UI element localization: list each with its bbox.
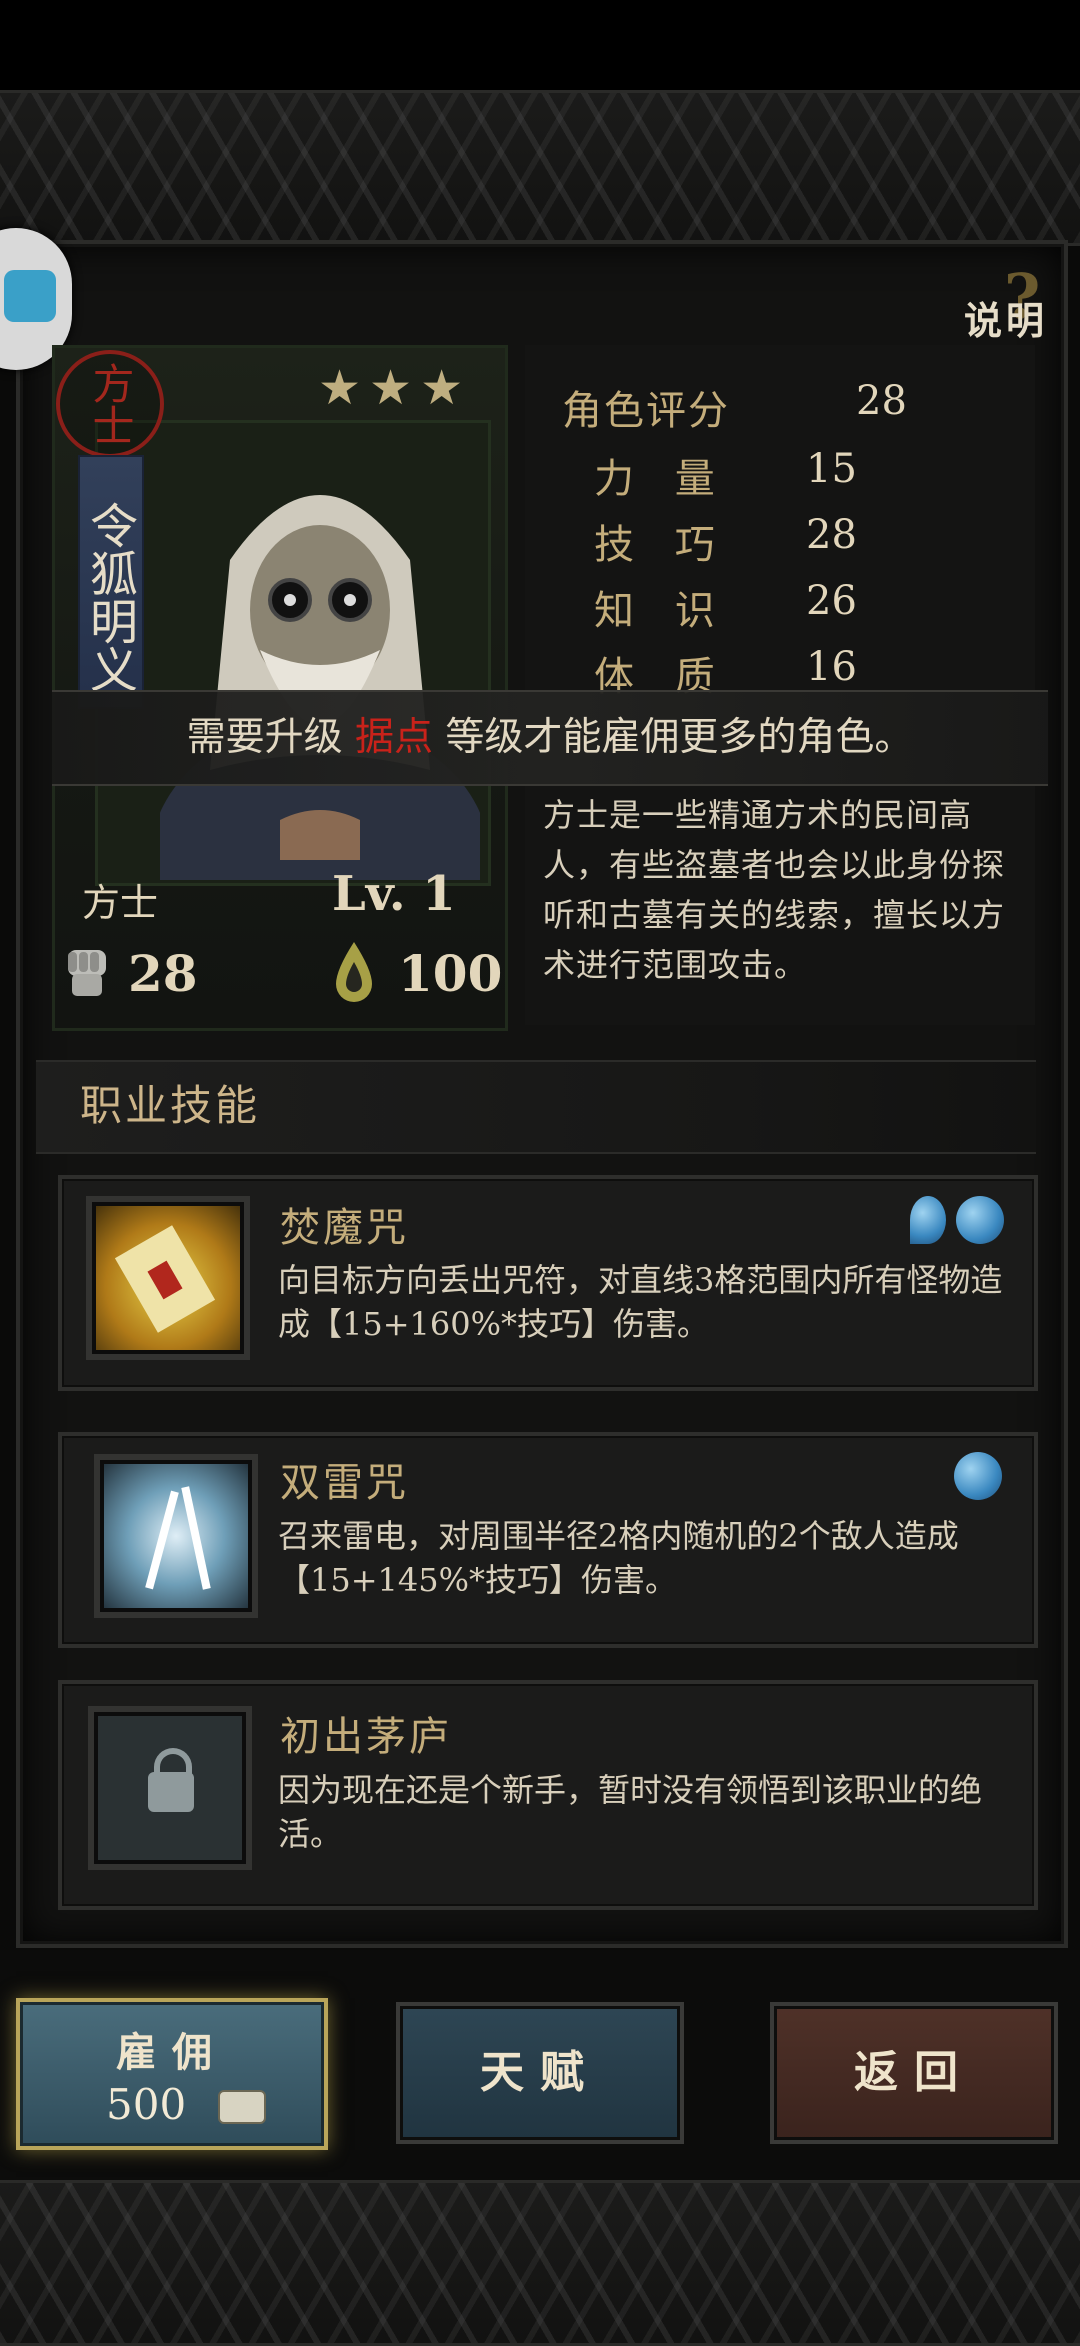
skill-name-1: 焚魔咒 — [280, 1205, 409, 1251]
fist-icon — [60, 944, 114, 1004]
hire-button[interactable]: 雇佣 500 — [16, 1998, 328, 2150]
skill-name-2: 双雷咒 — [280, 1460, 409, 1506]
spirit-drop-icon — [332, 940, 376, 1006]
stat-value-constitution: 16 — [806, 644, 857, 690]
stat-value-strength: 15 — [806, 446, 857, 492]
class-seal-stamp: 方士 — [56, 350, 164, 458]
skills-section-title: 职业技能 — [80, 1081, 261, 1130]
notice-text-after: 等级才能雇佣更多的角色。 — [433, 715, 914, 760]
stat-value-rating: 28 — [856, 378, 907, 424]
top-border-decoration — [0, 90, 1080, 246]
stat-label-skill: 技 巧 — [594, 522, 729, 568]
hero-spirit-value: 100 — [398, 944, 503, 1003]
skill-desc-2: 召来雷电，对周围半径2格内随机的2个敌人造成【15+145%*技巧】伤害。 — [278, 1517, 959, 1599]
hero-class-name: 方士 — [82, 881, 159, 925]
back-button[interactable]: 返回 — [770, 2002, 1058, 2144]
skill-name-3: 初出茅庐 — [280, 1714, 452, 1760]
class-seal-text: 方士 — [86, 362, 135, 446]
help-button[interactable]: ? 说明 — [964, 260, 1074, 352]
locked-skill-icon — [88, 1706, 252, 1870]
bottom-border-decoration — [0, 2180, 1080, 2346]
help-label: 说明 — [964, 298, 1049, 343]
assistant-icon — [4, 270, 56, 322]
class-description: 方士是一些精通方术的民间高人，有些盗墓者也会以此身份探听和古墓有关的线索，擅长以… — [543, 796, 1006, 984]
stat-value-skill: 28 — [806, 512, 857, 558]
talent-button[interactable]: 天赋 — [396, 2002, 684, 2144]
upgrade-notice-banner: 需要升级 据点 等级才能雇佣更多的角色。 — [52, 690, 1048, 786]
hero-star-rating: ★★★ — [318, 360, 472, 416]
skill-desc-1: 向目标方向丢出咒符，对直线3格范围内所有怪物造成【15+160%*技巧】伤害。 — [278, 1261, 1003, 1343]
notice-highlight-stronghold: 据点 — [354, 715, 433, 760]
coin-icon — [218, 2090, 266, 2124]
element-icon-taiji — [956, 1196, 1004, 1244]
element-icon-taiji — [954, 1452, 1002, 1500]
talent-button-label: 天赋 — [480, 2047, 600, 2098]
hero-power-value: 28 — [128, 944, 198, 1003]
element-icon-water — [910, 1196, 946, 1244]
stat-label-strength: 力 量 — [594, 456, 729, 502]
stat-label-knowledge: 知 识 — [594, 588, 729, 634]
status-bar — [0, 0, 1080, 90]
hero-portrait — [160, 495, 480, 880]
hire-button-label: 雇佣 — [116, 2029, 228, 2076]
hero-level: Lv. 1 — [332, 866, 456, 922]
fire-talisman-icon — [86, 1196, 250, 1360]
lightning-icon — [94, 1454, 258, 1618]
stat-label-rating: 角色评分 — [562, 388, 730, 434]
hire-cost-value: 500 — [106, 2080, 187, 2129]
back-button-label: 返回 — [854, 2047, 974, 2098]
stat-value-knowledge: 26 — [806, 578, 857, 624]
skill-desc-3: 因为现在还是个新手，暂时没有领悟到该职业的绝活。 — [278, 1771, 983, 1853]
notice-text-before: 需要升级 — [186, 715, 355, 760]
